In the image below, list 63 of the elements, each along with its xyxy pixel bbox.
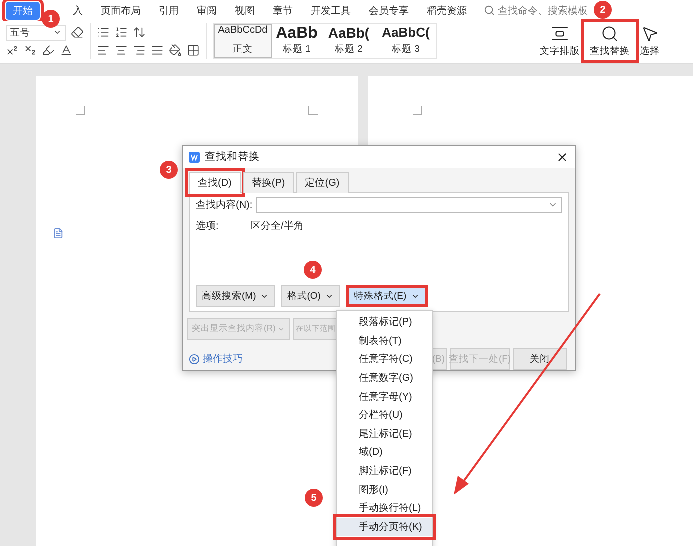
field-label: 选项: <box>196 220 220 233</box>
document-icon <box>53 228 64 239</box>
ribbon-tab[interactable]: 入 <box>66 2 90 20</box>
search-icon <box>601 24 619 42</box>
menu-item[interactable]: 尾注标记(E) <box>337 424 432 444</box>
tips-link[interactable]: 操作技巧 <box>189 352 243 366</box>
ribbon-tab[interactable]: 视图 <box>228 2 262 20</box>
menu-item[interactable]: 任意字母(Y) <box>337 387 432 406</box>
subscript-icon[interactable] <box>24 44 37 58</box>
dialog-title: 查找和替换 <box>205 150 261 164</box>
ribbon-tab[interactable]: 会员专享 <box>362 2 416 20</box>
search-icon <box>484 5 495 16</box>
ribbon-tab[interactable]: 审阅 <box>190 2 224 20</box>
dialog-action-button[interactable]: 关闭 <box>513 348 567 370</box>
numbered-list-icon[interactable] <box>115 26 128 38</box>
corner-mark-icon <box>308 106 318 116</box>
ribbon-tool-button[interactable]: 文字排版 <box>535 23 585 59</box>
ribbon-tab[interactable]: 章节 <box>266 2 300 20</box>
close-icon[interactable] <box>556 150 569 164</box>
eraser-icon[interactable] <box>71 26 84 40</box>
dialog-tab[interactable]: 替换(P) <box>242 172 294 193</box>
command-search-field[interactable]: 查找命令、搜索模板 <box>484 4 588 18</box>
ribbon-tool-button[interactable]: 选择 <box>635 23 665 59</box>
app-logo-icon <box>189 152 200 162</box>
line-spacing-icon[interactable] <box>133 26 146 38</box>
find-input-field[interactable] <box>256 197 562 213</box>
corner-mark-icon <box>412 106 423 116</box>
pointer-icon <box>641 24 659 42</box>
fill-icon[interactable] <box>169 44 182 56</box>
ribbon-tab[interactable]: 引用 <box>152 2 186 20</box>
highlighter-icon[interactable] <box>42 44 55 58</box>
ribbon-tab[interactable]: 开发工具 <box>304 2 358 20</box>
play-circle-icon <box>189 354 200 364</box>
ribbon-tab[interactable]: 页面布局 <box>94 2 148 20</box>
align-left-icon[interactable] <box>97 44 110 56</box>
menu-item[interactable]: 任意数字(G) <box>337 368 432 388</box>
align-center-icon[interactable] <box>115 44 128 56</box>
menu-item[interactable]: 分栏符(U) <box>337 406 432 425</box>
menu-item[interactable]: 手动分页符(K) <box>337 518 432 536</box>
dialog-tab[interactable]: 定位(G) <box>296 172 349 193</box>
style-preset[interactable]: AaBbCcDd 正文 <box>214 24 272 58</box>
field-label: 查找内容(N): <box>196 198 253 212</box>
ribbon-tool-button[interactable]: 查找替换 <box>585 23 635 59</box>
menu-item[interactable]: 域(D) <box>337 443 432 462</box>
option-button[interactable]: 特殊格式(E) <box>346 285 428 307</box>
superscript-icon[interactable] <box>6 44 19 58</box>
menu-item[interactable]: 图形(I) <box>337 480 432 499</box>
menu-item[interactable]: 脚注标记(F) <box>337 462 432 480</box>
menu-item[interactable]: 制表符(T) <box>337 332 432 350</box>
caret-icon <box>278 326 285 332</box>
option-button[interactable]: 高级搜索(M) <box>196 285 276 307</box>
align-right-icon[interactable] <box>133 44 146 56</box>
justify-icon[interactable] <box>151 44 164 56</box>
ribbon-tab[interactable]: 开始 <box>6 2 40 20</box>
corner-mark-icon <box>76 106 86 116</box>
border-icon[interactable] <box>187 44 200 56</box>
options-value: 区分全/半角 <box>251 220 304 233</box>
menu-item[interactable]: 段落标记(P) <box>337 313 432 332</box>
font-color-icon[interactable] <box>60 44 73 58</box>
ribbon-tab[interactable]: 稻壳资源 <box>420 2 474 20</box>
text-layout-icon <box>551 24 569 42</box>
menu-item[interactable]: 任意字符(C) <box>337 350 432 369</box>
option-button[interactable]: 格式(O) <box>281 285 340 307</box>
